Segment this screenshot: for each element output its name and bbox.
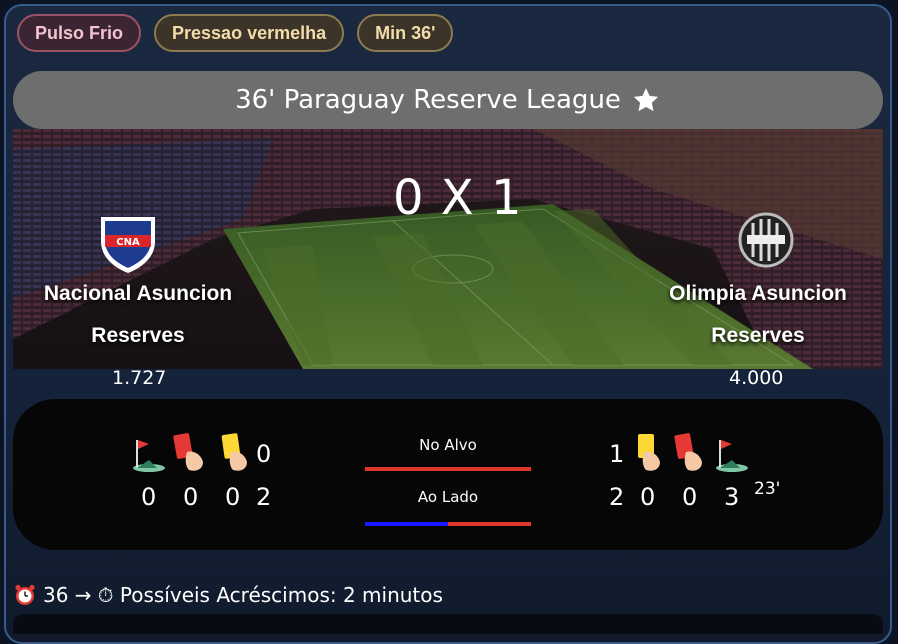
svg-text:CNA: CNA (116, 237, 140, 248)
yellow-card-hand-icon (638, 434, 660, 471)
alarm-clock-icon (15, 584, 35, 605)
home-yellow-count: 0 (256, 440, 272, 468)
away-yellows: 0 (682, 483, 698, 511)
tag-minute[interactable]: Min 36' (357, 14, 454, 52)
away-team-name-line2: Reserves (711, 324, 805, 347)
home-corners: 0 (141, 483, 157, 511)
score-display: 0 X 1 (393, 170, 523, 226)
yellow-card-hand-icon (221, 433, 247, 471)
away-team-name[interactable]: Olimpia Asuncion Reserves (628, 273, 888, 357)
away-team-name-line1: Olimpia Asuncion (669, 282, 847, 305)
league-title: 36' Paraguay Reserve League (235, 85, 621, 115)
added-time-text: 36 → ⏱ Possíveis Acréscimos: 2 minutos (43, 583, 443, 607)
on-target-label: No Alvo (419, 436, 477, 454)
home-reds: 0 (183, 483, 199, 511)
next-card-edge (13, 614, 883, 634)
olimpia-crest-icon (738, 212, 794, 268)
away-yellow-count: 1 (609, 440, 625, 468)
on-target-bar (365, 467, 531, 471)
away-corners: 3 (724, 483, 740, 511)
corner-flag-icon (716, 440, 748, 472)
off-target-label: Ao Lado (417, 488, 479, 506)
home-team-name[interactable]: Nacional Asuncion Reserves (8, 273, 268, 357)
away-shots: 2 (609, 483, 625, 511)
away-reds: 0 (640, 483, 656, 511)
red-card-hand-icon (674, 433, 702, 471)
home-yellows: 0 (225, 483, 241, 511)
corner-flag-icon (133, 440, 165, 472)
home-team-name-line1: Nacional Asuncion (43, 282, 233, 305)
tag-pulso-frio[interactable]: Pulso Frio (17, 14, 142, 52)
away-odd[interactable]: 4.000 (729, 367, 783, 389)
star-icon[interactable] (631, 85, 661, 115)
home-odd[interactable]: 1.727 (112, 367, 166, 389)
stats-panel (13, 399, 883, 550)
home-team-name-line2: Reserves (91, 324, 185, 347)
off-target-bar (365, 522, 531, 526)
home-shots: 2 (256, 483, 272, 511)
league-header[interactable]: 36' Paraguay Reserve League (13, 71, 883, 129)
away-last-event-time: 23' (754, 479, 781, 499)
added-time-row: 36 → ⏱ Possíveis Acréscimos: 2 minutos (13, 583, 443, 607)
tag-pressao-vermelha[interactable]: Pressao vermelha (154, 14, 345, 52)
red-card-hand-icon (173, 433, 203, 471)
tag-row: Pulso Frio Pressao vermelha Min 36' (17, 14, 454, 52)
